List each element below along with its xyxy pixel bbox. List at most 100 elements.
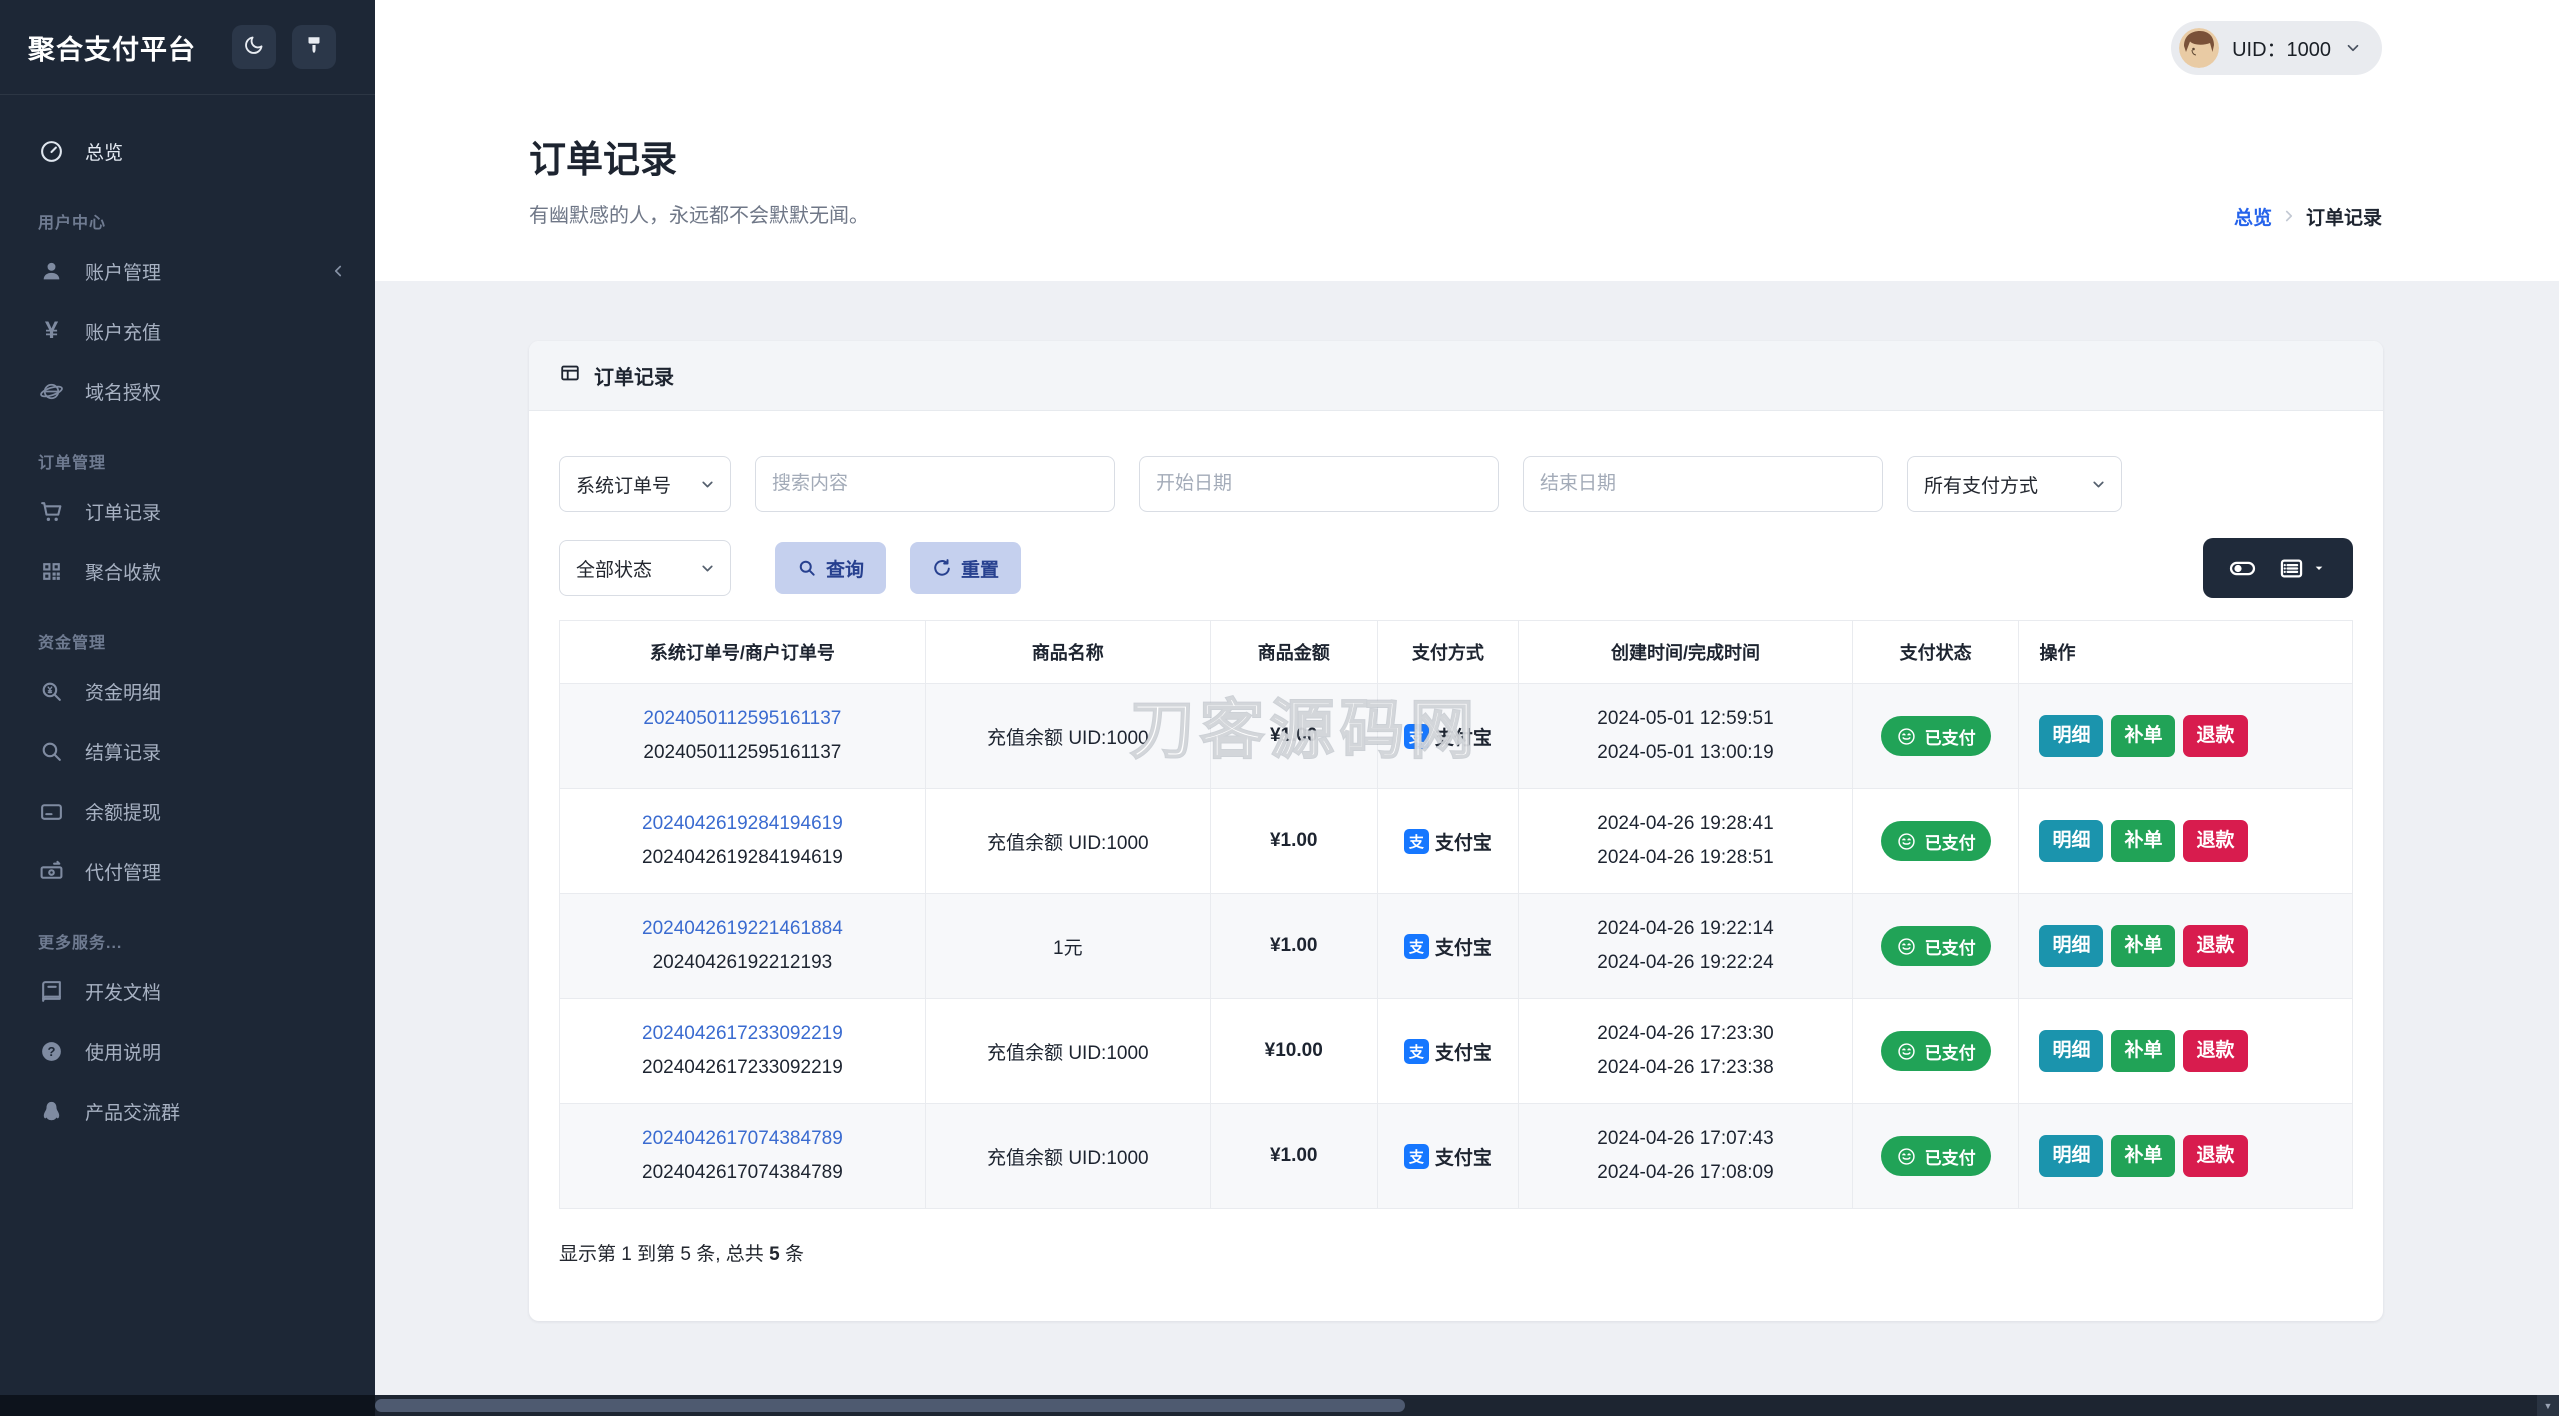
yen-icon: ¥ xyxy=(44,317,59,344)
card-body: 系统订单号 所有支付方式 全部状态 xyxy=(529,411,2383,1321)
status-badge: 已支付 xyxy=(1880,1136,1991,1176)
completed-time: 2024-04-26 19:28:51 xyxy=(1597,847,1774,868)
sys-order-link[interactable]: 2024042617074384789 xyxy=(570,1122,915,1156)
completed-time: 2024-04-26 19:22:24 xyxy=(1597,952,1774,973)
scrollbar-arrow-button[interactable]: ▼ xyxy=(2537,1395,2559,1416)
pay-method-cell: 支支付宝 xyxy=(1403,1143,1492,1170)
order-type-select[interactable]: 系统订单号 xyxy=(559,456,731,512)
scrollbar-corner xyxy=(0,1395,375,1416)
user-icon xyxy=(38,258,65,285)
status-select[interactable]: 全部状态 xyxy=(559,540,731,596)
sidebar-item-label: 订单记录 xyxy=(85,502,162,524)
columns-dropdown-button[interactable] xyxy=(2272,555,2333,582)
detail-button[interactable]: 明细 xyxy=(2039,1135,2104,1177)
card-header: 订单记录 xyxy=(529,341,2383,411)
end-date-input[interactable] xyxy=(1523,456,1883,512)
toggle-icon xyxy=(2229,561,2256,575)
sidebar-item-overview[interactable]: 总览 xyxy=(0,121,375,181)
brush-icon xyxy=(303,34,325,61)
amount-cell: ¥1.00 xyxy=(1209,683,1378,789)
product-cell: 充值余额 UID:1000 xyxy=(924,998,1211,1104)
sidebar-item-domain-auth[interactable]: 域名授权 xyxy=(0,361,375,421)
col-time: 创建时间/完成时间 xyxy=(1518,620,1853,684)
pay-method-value: 所有支付方式 xyxy=(1924,475,2039,497)
product-cell: 充值余额 UID:1000 xyxy=(924,683,1211,789)
start-date-input[interactable] xyxy=(1139,456,1499,512)
toggle-view-button[interactable] xyxy=(2223,555,2262,582)
completed-time: 2024-04-26 17:08:09 xyxy=(1597,1162,1774,1183)
uid-label: UID：1000 xyxy=(2232,39,2331,61)
detail-button[interactable]: 明细 xyxy=(2039,715,2104,757)
sidebar-item-label: 结算记录 xyxy=(85,742,162,764)
dark-mode-button[interactable] xyxy=(232,25,276,69)
reissue-button[interactable]: 补单 xyxy=(2111,1135,2176,1177)
sys-order-link[interactable]: 2024042619284194619 xyxy=(570,807,915,841)
sidebar-item-dev-docs[interactable]: 开发文档 xyxy=(0,961,375,1021)
col-product: 商品名称 xyxy=(924,620,1211,684)
page-title-block: 订单记录 有幽默感的人，永远都不会默默无闻。 xyxy=(529,129,869,281)
detail-button[interactable]: 明细 xyxy=(2039,820,2104,862)
moon-icon xyxy=(243,34,265,61)
refund-button[interactable]: 退款 xyxy=(2183,1135,2248,1177)
reissue-button[interactable]: 补单 xyxy=(2111,1030,2176,1072)
table-icon xyxy=(559,362,581,390)
smiley-icon xyxy=(1897,832,1915,850)
status-badge: 已支付 xyxy=(1880,716,1991,756)
theme-button[interactable] xyxy=(292,25,336,69)
book-icon xyxy=(38,978,65,1005)
sidebar-item-account-recharge[interactable]: ¥ 账户充值 xyxy=(0,301,375,361)
sidebar-item-order-records[interactable]: 订单记录 xyxy=(0,481,375,541)
pay-method-select[interactable]: 所有支付方式 xyxy=(1907,456,2122,512)
filter-row-1: 系统订单号 所有支付方式 xyxy=(559,456,2353,512)
reissue-button[interactable]: 补单 xyxy=(2111,820,2176,862)
scrollbar-thumb[interactable] xyxy=(375,1399,1405,1412)
chevron-right-icon xyxy=(2280,207,2298,225)
sidebar-item-usage-guide[interactable]: ? 使用说明 xyxy=(0,1021,375,1081)
bankcard-icon xyxy=(38,798,65,825)
chevron-left-icon xyxy=(329,262,347,280)
sys-order-link[interactable]: 2024042619221461884 xyxy=(570,912,915,946)
chevron-down-icon xyxy=(702,481,713,487)
breadcrumb: 总览 订单记录 xyxy=(2234,151,2382,281)
smiley-icon xyxy=(1897,937,1915,955)
pay-method-cell: 支支付宝 xyxy=(1403,723,1492,750)
refund-button[interactable]: 退款 xyxy=(2183,1030,2248,1072)
reissue-button[interactable]: 补单 xyxy=(2111,925,2176,967)
pagination-summary: 显示第 1 到第 5 条, 总共 5 条 xyxy=(559,1244,804,1265)
chevron-down-icon xyxy=(2093,481,2104,487)
merchant-order-no: 2024050112595161137 xyxy=(643,742,842,763)
created-time: 2024-04-26 19:22:14 xyxy=(1597,918,1774,939)
sidebar-section-more-services: 更多服务... xyxy=(38,935,123,952)
table-toolbar xyxy=(2203,538,2353,598)
reset-button[interactable]: 重置 xyxy=(910,542,1022,594)
sidebar-item-settlement-records[interactable]: 结算记录 xyxy=(0,721,375,781)
sidebar-item-fund-details[interactable]: 资金明细 xyxy=(0,661,375,721)
sidebar-section-order-manage: 订单管理 xyxy=(38,455,107,472)
search-input[interactable] xyxy=(755,456,1115,512)
table-list-icon xyxy=(2280,559,2303,577)
sidebar-item-label: 域名授权 xyxy=(85,382,162,404)
sys-order-link[interactable]: 2024050112595161137 xyxy=(570,702,915,736)
sidebar-item-account-manage[interactable]: 账户管理 xyxy=(0,241,375,301)
refund-button[interactable]: 退款 xyxy=(2183,715,2248,757)
reissue-button[interactable]: 补单 xyxy=(2111,715,2176,757)
created-time: 2024-05-01 12:59:51 xyxy=(1597,708,1774,729)
refund-button[interactable]: 退款 xyxy=(2183,820,2248,862)
table-header-row: 系统订单号/商户订单号 商品名称 商品金额 支付方式 创建时间/完成时间 支付状… xyxy=(559,620,2353,684)
content-area: 刀客源码网 订单记录 系统订单号 搜索内容 开始日期 结束日期 所有支付方式 全… xyxy=(375,281,2559,1416)
merchant-order-no: 2024042617233092219 xyxy=(642,1057,843,1078)
breadcrumb-overview-link[interactable]: 总览 xyxy=(2234,203,2272,230)
detail-button[interactable]: 明细 xyxy=(2039,1030,2104,1072)
query-button[interactable]: 查询 xyxy=(775,542,887,594)
sidebar-item-aggregate-collect[interactable]: 聚合收款 xyxy=(0,541,375,601)
refund-button[interactable]: 退款 xyxy=(2183,925,2248,967)
detail-button[interactable]: 明细 xyxy=(2039,925,2104,967)
pay-method-cell: 支支付宝 xyxy=(1403,828,1492,855)
user-menu[interactable]: UID：1000 xyxy=(2171,20,2382,75)
sys-order-link[interactable]: 2024042617233092219 xyxy=(570,1017,915,1051)
smiley-icon xyxy=(1897,1042,1915,1060)
main-area: UID：1000 订单记录 有幽默感的人，永远都不会默默无闻。 总览 订单记录 … xyxy=(375,0,2559,1416)
sidebar-item-product-group[interactable]: 产品交流群 xyxy=(0,1081,375,1141)
sidebar-item-payout-manage[interactable]: 代付管理 xyxy=(0,841,375,901)
sidebar-item-balance-withdraw[interactable]: 余额提现 xyxy=(0,781,375,841)
